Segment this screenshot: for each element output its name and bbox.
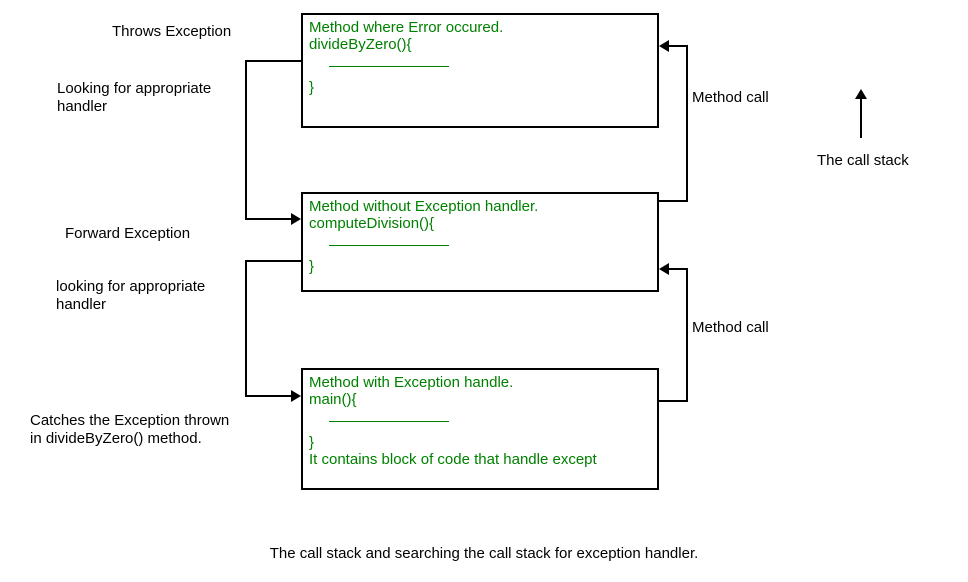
arrow-left2-head (291, 390, 301, 402)
label-looking1a: Looking for appropriate (57, 80, 211, 97)
arrow-left2-bottom (245, 395, 292, 397)
arrow-left1-top (245, 60, 301, 62)
label-methodcall2: Method call (692, 319, 769, 336)
arrow-right1-bottom (659, 200, 688, 202)
arrow-left2-top (245, 260, 301, 262)
box2-line1: Method without Exception handler. (309, 198, 651, 215)
arrow-right2-top (668, 268, 688, 270)
box2-underline (329, 244, 449, 246)
box1-underline (329, 65, 449, 67)
caption: The call stack and searching the call st… (270, 545, 699, 562)
box-main: Method with Exception handle. main(){ } … (301, 368, 659, 490)
box2-line2: computeDivision(){ (309, 215, 651, 232)
label-forward: Forward Exception (65, 225, 190, 242)
box-compute-division: Method without Exception handler. comput… (301, 192, 659, 292)
label-looking1b: handler (57, 98, 107, 115)
arrow-callstack-v (860, 98, 862, 138)
arrow-left2-v (245, 260, 247, 397)
arrow-right2-v (686, 268, 688, 402)
label-looking2b: handler (56, 296, 106, 313)
label-throws: Throws Exception (112, 23, 231, 40)
arrow-right2-bottom (659, 400, 688, 402)
label-catches1: Catches the Exception thrown (30, 412, 229, 429)
arrow-left1-v (245, 60, 247, 220)
label-methodcall1: Method call (692, 89, 769, 106)
box3-line1: Method with Exception handle. (309, 374, 651, 391)
arrow-right2-head (659, 263, 669, 275)
box3-underline (329, 420, 449, 422)
box3-line3: } (309, 434, 651, 451)
box1-line3: } (309, 79, 651, 96)
arrow-right1-head (659, 40, 669, 52)
arrow-callstack-head (855, 89, 867, 99)
arrow-left1-head (291, 213, 301, 225)
box3-line4: It contains block of code that handle ex… (309, 451, 651, 468)
box-divide-by-zero: Method where Error occured. divideByZero… (301, 13, 659, 128)
box2-line3: } (309, 258, 651, 275)
label-callstack: The call stack (817, 152, 909, 169)
arrow-left1-bottom (245, 218, 292, 220)
box1-line1: Method where Error occured. (309, 19, 651, 36)
label-looking2a: looking for appropriate (56, 278, 205, 295)
arrow-right1-v (686, 45, 688, 202)
box1-line2: divideByZero(){ (309, 36, 651, 53)
label-catches2: in divideByZero() method. (30, 430, 202, 447)
box3-line2: main(){ (309, 391, 651, 408)
arrow-right1-top (668, 45, 688, 47)
